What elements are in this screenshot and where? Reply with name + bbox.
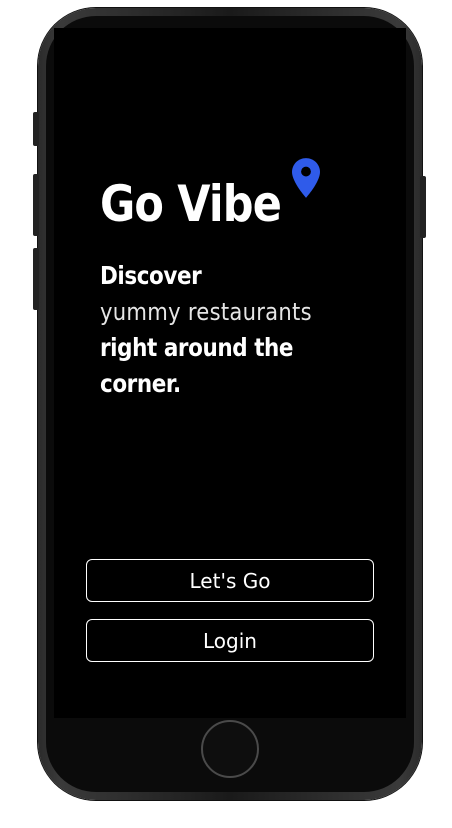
app-screen: Go Vibe Discover yummy restaurants right… (54, 28, 406, 718)
tagline-line-2: yummy restaurants (100, 298, 312, 326)
tagline-line-4: corner. (100, 369, 181, 398)
power-button (420, 176, 426, 238)
lets-go-button[interactable]: Let's Go (86, 559, 374, 602)
home-button[interactable] (201, 720, 259, 778)
map-pin-icon (292, 158, 320, 198)
app-title: Go Vibe (100, 175, 282, 233)
volume-up-button (33, 174, 39, 236)
tagline-line-1: Discover (100, 261, 202, 290)
tagline-line-3: right around the (100, 333, 294, 362)
volume-down-button (33, 248, 39, 310)
tagline: Discover yummy restaurants right around … (100, 258, 400, 402)
login-button[interactable]: Login (86, 619, 374, 662)
mute-switch (33, 112, 39, 146)
